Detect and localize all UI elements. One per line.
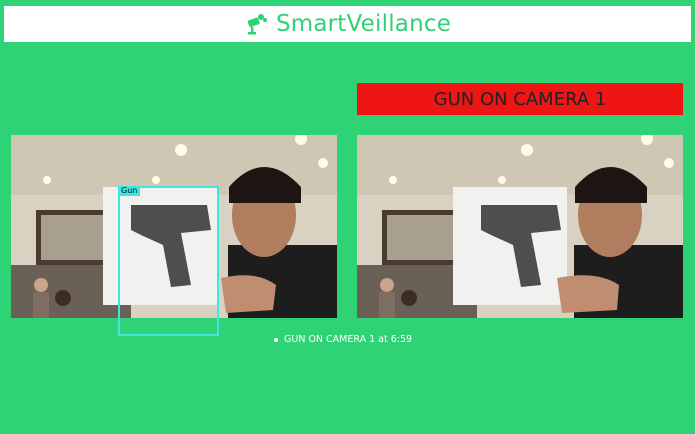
alert-banner: GUN ON CAMERA 1 xyxy=(357,83,683,115)
event-log-text: GUN ON CAMERA 1 at 6:59 xyxy=(284,334,413,345)
brand-title: SmartVeillance xyxy=(275,11,452,37)
bullet-icon xyxy=(274,337,278,342)
header-bar: SmartVeillance xyxy=(4,6,691,42)
security-camera-icon xyxy=(247,14,267,35)
camera-feed-raw xyxy=(357,135,683,318)
detection-bounding-box xyxy=(118,186,219,336)
event-log: GUN ON CAMERA 1 at 6:59 xyxy=(274,334,412,345)
detection-label: Gun xyxy=(118,186,141,196)
alert-text: GUN ON CAMERA 1 xyxy=(433,88,607,110)
event-log-item: GUN ON CAMERA 1 at 6:59 xyxy=(274,334,412,345)
